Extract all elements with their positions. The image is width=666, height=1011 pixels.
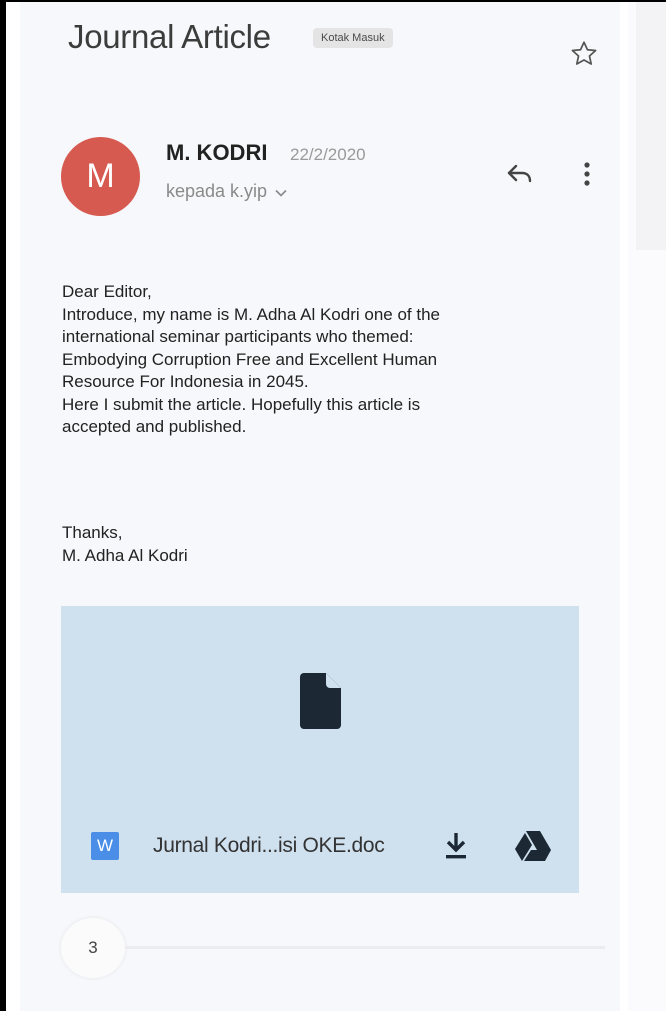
sender-name: M. KODRI xyxy=(166,140,268,165)
word-doc-icon: W xyxy=(91,832,119,860)
more-options-icon[interactable] xyxy=(572,156,602,192)
body-line: Dear Editor, xyxy=(62,282,152,301)
star-icon[interactable] xyxy=(566,36,602,72)
chevron-down-icon xyxy=(275,181,287,202)
email-subject: Journal Article xyxy=(68,18,271,55)
body-line: accepted and published. xyxy=(62,417,247,436)
attachment-file-name[interactable]: Jurnal Kodri...isi OKE.doc xyxy=(153,834,385,858)
body-line: Resource For Indonesia in 2045. xyxy=(62,372,309,391)
body-line: international seminar participants who t… xyxy=(62,327,414,346)
body-line: Here I submit the article. Hopefully thi… xyxy=(62,394,421,414)
top-border xyxy=(0,0,666,2)
email-body: Dear Editor, Introduce, my name is M. Ad… xyxy=(62,281,582,439)
file-icon xyxy=(299,673,341,729)
screenshot-frame: Journal Article Kotak Masuk M M. KODRI 2… xyxy=(0,0,666,1011)
email-date: 22/2/2020 xyxy=(290,145,366,164)
thread-count-badge[interactable]: 3 xyxy=(61,918,125,978)
recipient-line: kepada k.yip xyxy=(166,181,268,201)
body-line: Introduce, my name is M. Adha Al Kodri o… xyxy=(62,304,440,324)
signature-line: M. Adha Al Kodri xyxy=(62,546,188,565)
thread-divider xyxy=(125,946,605,949)
body-line: Embodying Corruption Free and Excellent … xyxy=(62,349,438,369)
signature-line: Thanks, xyxy=(62,523,123,542)
google-drive-icon[interactable] xyxy=(513,829,553,863)
right-edge-strip-top xyxy=(636,0,666,250)
inbox-label-chip[interactable]: Kotak Masuk xyxy=(313,28,393,48)
email-signature: Thanks, M. Adha Al Kodri xyxy=(62,521,188,567)
left-border xyxy=(0,0,6,1011)
reply-icon[interactable] xyxy=(500,156,540,192)
download-icon[interactable] xyxy=(440,829,472,863)
recipient-details-toggle[interactable]: kepada k.yip xyxy=(166,181,287,202)
sender-avatar[interactable]: M xyxy=(61,137,140,216)
